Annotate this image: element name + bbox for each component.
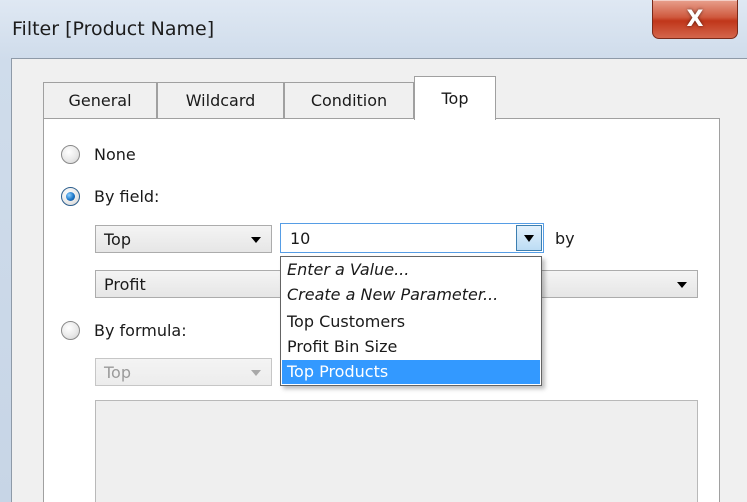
radio-by-formula[interactable]: By formula:	[61, 321, 187, 340]
window-title: Filter [Product Name]	[12, 18, 215, 40]
tab-condition-label: Condition	[310, 91, 388, 110]
close-button[interactable]: X	[652, 0, 738, 39]
radio-by-formula-circle[interactable]	[61, 321, 80, 340]
formula-editor	[95, 400, 698, 502]
tab-general-label: General	[68, 91, 132, 110]
chevron-down-icon	[251, 237, 261, 243]
dropdown-item-enter-value[interactable]: Enter a Value...	[282, 258, 540, 282]
top-direction-value: Top	[104, 229, 131, 249]
field-select-value: Profit	[104, 274, 146, 294]
formula-direction-value: Top	[104, 362, 131, 382]
formula-direction-select: Top	[95, 358, 272, 386]
radio-by-field-circle[interactable]	[61, 187, 80, 206]
tab-top[interactable]: Top	[414, 76, 496, 120]
tab-wildcard-label: Wildcard	[185, 91, 256, 110]
chevron-down-icon	[677, 282, 687, 288]
tab-wildcard[interactable]: Wildcard	[157, 82, 284, 118]
tab-general[interactable]: General	[43, 82, 157, 118]
chevron-down-icon[interactable]	[516, 225, 542, 251]
radio-by-field-label: By field:	[94, 187, 160, 206]
chevron-down-icon	[251, 370, 261, 376]
dropdown-item-profit-bin-size[interactable]: Profit Bin Size	[282, 335, 540, 359]
dropdown-item-top-customers[interactable]: Top Customers	[282, 310, 540, 334]
tab-condition[interactable]: Condition	[284, 82, 414, 118]
close-icon: X	[686, 6, 704, 32]
count-dropdown-list: Enter a Value... Create a New Parameter.…	[280, 256, 542, 386]
radio-none-label: None	[94, 145, 136, 164]
by-label: by	[555, 229, 575, 248]
tab-top-label: Top	[441, 89, 469, 108]
dropdown-item-create-parameter[interactable]: Create a New Parameter...	[282, 283, 540, 307]
top-count-value: 10	[290, 228, 311, 248]
radio-by-field[interactable]: By field:	[61, 187, 159, 206]
radio-selected-dot	[66, 192, 75, 201]
radio-by-formula-label: By formula:	[94, 321, 187, 340]
radio-none-circle[interactable]	[61, 145, 80, 164]
filter-dialog-window: Filter [Product Name] X General Wildcard…	[0, 0, 747, 502]
dropdown-item-top-products[interactable]: Top Products	[282, 360, 540, 384]
top-direction-select[interactable]: Top	[95, 225, 272, 253]
radio-none[interactable]: None	[61, 145, 136, 164]
top-count-combobox[interactable]: 10	[280, 223, 544, 253]
